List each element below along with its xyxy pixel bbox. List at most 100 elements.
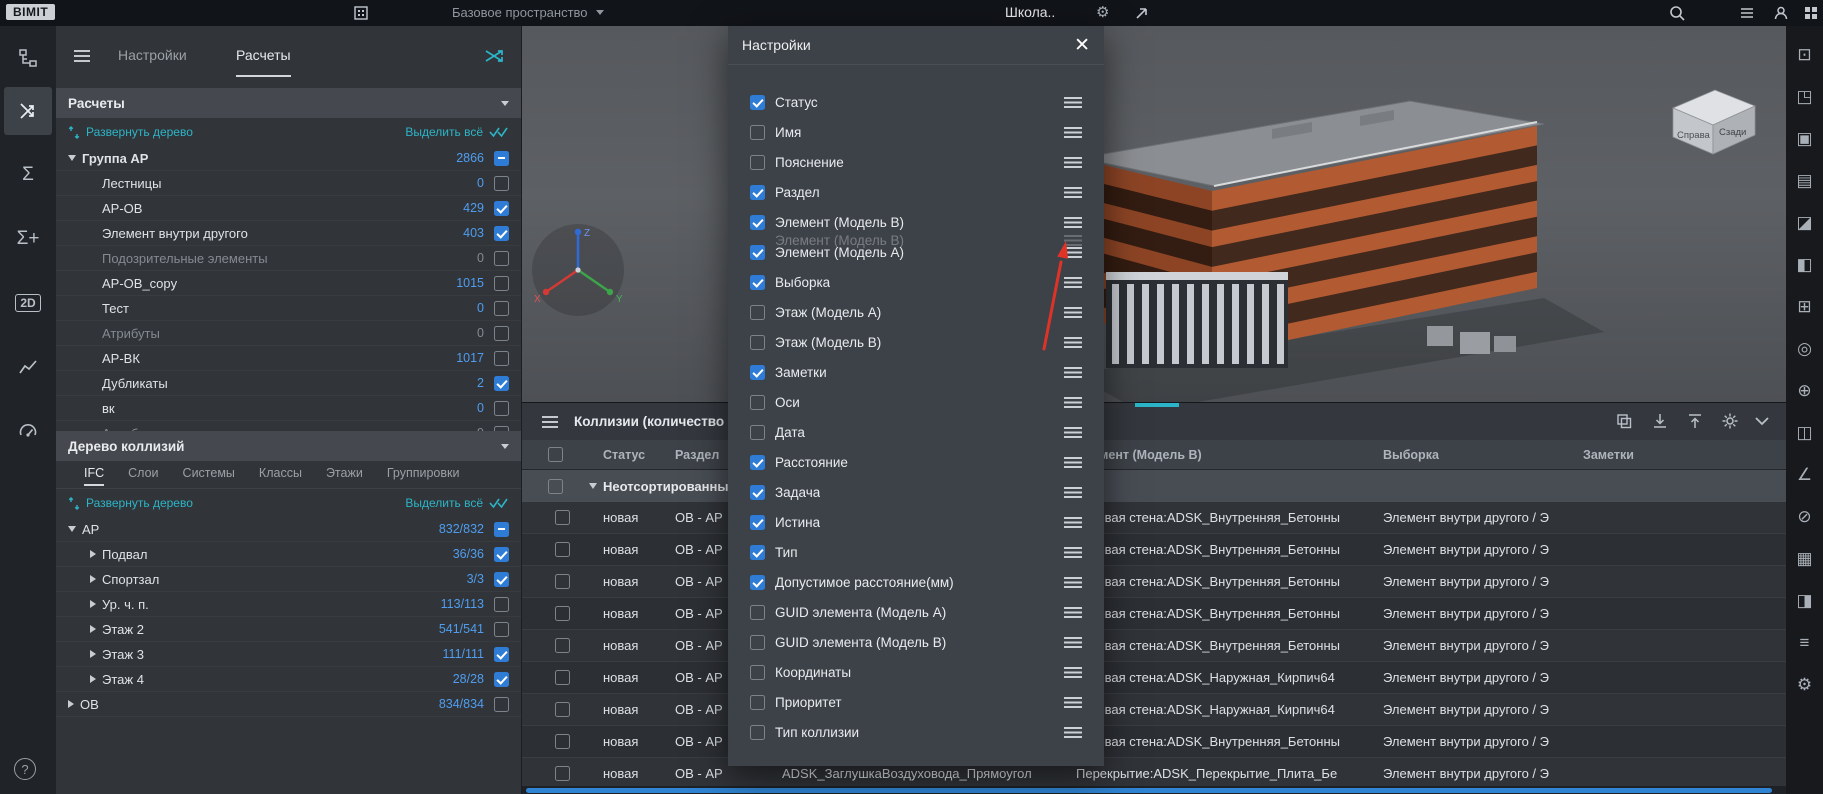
tree-row[interactable]: Этаж 2541/541: [56, 617, 521, 642]
column-header[interactable]: Заметки: [1569, 440, 1786, 469]
table-row[interactable]: новаяОВ - АРБазовая стена:ADSK_Наружная_…: [522, 694, 1786, 726]
tree-row-checkbox[interactable]: [494, 251, 509, 266]
workspace-selector[interactable]: Базовое пространство: [452, 5, 604, 20]
axis-gizmo[interactable]: Z X Y: [532, 224, 624, 316]
drag-handle-icon[interactable]: [1064, 667, 1082, 678]
model-view-icon[interactable]: ▣: [1789, 118, 1821, 160]
column-toggle-row[interactable]: Задача: [728, 477, 1104, 507]
collision-tab[interactable]: Слои: [128, 466, 158, 480]
tree-row-checkbox[interactable]: [494, 426, 509, 432]
select-all-checkbox[interactable]: [548, 447, 563, 462]
caret-right-icon[interactable]: [90, 650, 96, 658]
collision-tree-section-header[interactable]: Дерево коллизий: [56, 431, 521, 461]
drag-handle-icon[interactable]: [1064, 277, 1082, 288]
caret-right-icon[interactable]: [90, 625, 96, 633]
collision-tab[interactable]: IFC: [84, 466, 104, 486]
group-checkbox[interactable]: [548, 479, 563, 494]
angle-measure-icon[interactable]: ∠: [1789, 454, 1821, 496]
table-settings-gear-icon[interactable]: [1721, 412, 1739, 430]
tree-row[interactable]: Этаж 3111/111: [56, 642, 521, 667]
tree-row[interactable]: Подвал36/36: [56, 542, 521, 567]
tree-row-checkbox[interactable]: [494, 276, 509, 291]
building-icon[interactable]: [352, 4, 370, 22]
column-toggle-row[interactable]: Координаты: [728, 657, 1104, 687]
tree-row-checkbox[interactable]: [494, 547, 509, 562]
drag-handle-icon[interactable]: [1064, 397, 1082, 408]
tree-row[interactable]: Спортзал3/3: [56, 567, 521, 592]
caret-right-icon[interactable]: [90, 600, 96, 608]
tree-row-checkbox[interactable]: [494, 622, 509, 637]
row-checkbox[interactable]: [555, 638, 570, 653]
sum-add-icon[interactable]: Σ+: [4, 215, 52, 263]
drag-handle-icon[interactable]: [1064, 427, 1082, 438]
column-toggle-row[interactable]: Этаж (Модель B): [728, 327, 1104, 357]
column-checkbox[interactable]: [750, 635, 765, 650]
column-checkbox[interactable]: [750, 335, 765, 350]
fit-view-icon[interactable]: ⊡: [1789, 34, 1821, 76]
column-checkbox[interactable]: [750, 545, 765, 560]
tree-row-checkbox[interactable]: [494, 201, 509, 216]
drag-handle-icon[interactable]: [1064, 157, 1082, 168]
apps-grid-icon[interactable]: [1802, 4, 1820, 22]
tree-row-checkbox[interactable]: [494, 226, 509, 241]
column-header[interactable]: Выборка: [1369, 440, 1569, 469]
focus-target-icon[interactable]: ◎: [1789, 328, 1821, 370]
tab-settings[interactable]: Настройки: [118, 47, 187, 75]
column-checkbox[interactable]: [750, 395, 765, 410]
half-box-icon[interactable]: ◧: [1789, 244, 1821, 286]
collision-tab[interactable]: Классы: [259, 466, 302, 480]
column-toggle-row[interactable]: Тип: [728, 537, 1104, 567]
user-icon[interactable]: [1772, 4, 1790, 22]
tree-row-checkbox[interactable]: [494, 401, 509, 416]
duplicate-icon[interactable]: [1615, 412, 1633, 430]
row-checkbox[interactable]: [555, 702, 570, 717]
tree-row[interactable]: Лестницы0: [56, 171, 521, 196]
column-toggle-row[interactable]: Тип коллизии: [728, 717, 1104, 747]
table-row[interactable]: новаяОВ - АРБазовая стена:ADSK_Внутрення…: [522, 566, 1786, 598]
select-all-button[interactable]: Выделить всё: [405, 125, 483, 139]
tree-row-checkbox[interactable]: [494, 697, 509, 712]
tree-row-checkbox[interactable]: [494, 151, 509, 166]
table-row[interactable]: новаяОВ - АРБазовая стена:ADSK_Наружная_…: [522, 662, 1786, 694]
drag-handle-icon[interactable]: [1064, 577, 1082, 588]
column-checkbox[interactable]: [750, 425, 765, 440]
column-checkbox[interactable]: [750, 695, 765, 710]
tree-row[interactable]: ОВ834/834: [56, 692, 521, 717]
tree-row-checkbox[interactable]: [494, 376, 509, 391]
tab-calculations[interactable]: Расчеты: [236, 47, 291, 77]
settings-gear-icon[interactable]: ⚙: [1096, 3, 1109, 21]
row-checkbox[interactable]: [555, 734, 570, 749]
tree-row[interactable]: Атрибуты0: [56, 321, 521, 346]
tree-row[interactable]: АР-ВК1017: [56, 346, 521, 371]
drag-handle-icon[interactable]: [1064, 607, 1082, 618]
panel-menu-icon[interactable]: [74, 50, 90, 62]
tree-row[interactable]: Группа АР2866: [56, 146, 521, 171]
drag-handle-icon[interactable]: [1064, 517, 1082, 528]
row-checkbox[interactable]: [555, 670, 570, 685]
column-toggle-row[interactable]: Имя: [728, 117, 1104, 147]
horizontal-scrollbar[interactable]: [522, 786, 1786, 794]
column-toggle-row[interactable]: GUID элемента (Модель A): [728, 597, 1104, 627]
two-d-mode-icon[interactable]: 2D: [4, 279, 52, 327]
panel-drag-handle[interactable]: [1135, 403, 1179, 407]
column-toggle-row[interactable]: Пояснение: [728, 147, 1104, 177]
drag-handle-icon[interactable]: [1064, 367, 1082, 378]
column-toggle-row[interactable]: Истина: [728, 507, 1104, 537]
table-row[interactable]: новаяОВ - АРБазовая стена:ADSK_Внутрення…: [522, 534, 1786, 566]
tree-row-checkbox[interactable]: [494, 572, 509, 587]
column-toggle-row[interactable]: Оси: [728, 387, 1104, 417]
sum-calculations-icon[interactable]: Σ: [4, 151, 52, 199]
table-row[interactable]: новаяОВ - АРБазовая стена:ADSK_Внутрення…: [522, 726, 1786, 758]
caret-down-icon[interactable]: [68, 526, 76, 532]
menu-icon[interactable]: [1738, 4, 1756, 22]
drag-handle-icon[interactable]: [1064, 97, 1082, 108]
calculations-section-header[interactable]: Расчеты: [56, 88, 521, 118]
caret-right-icon[interactable]: [90, 550, 96, 558]
column-checkbox[interactable]: [750, 665, 765, 680]
column-toggle-row[interactable]: Допустимое расстояние(мм): [728, 567, 1104, 597]
search-icon[interactable]: [1668, 4, 1686, 22]
column-toggle-row[interactable]: Выборка: [728, 267, 1104, 297]
tree-row[interactable]: Дубликаты2: [56, 371, 521, 396]
model-viewport[interactable]: Z X Y Справа Сзади: [522, 26, 1786, 402]
column-toggle-row[interactable]: GUID элемента (Модель B): [728, 627, 1104, 657]
